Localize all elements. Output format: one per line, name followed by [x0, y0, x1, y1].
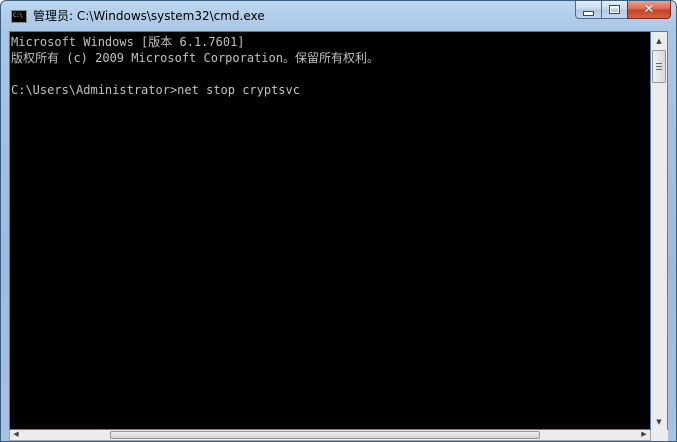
horizontal-scroll-thumb[interactable]	[110, 431, 540, 439]
scroll-down-arrow-icon[interactable]: ▼	[651, 413, 667, 430]
scroll-up-arrow-icon[interactable]: ▲	[651, 32, 667, 49]
cmd-console-icon[interactable]: C:\	[11, 10, 27, 23]
close-icon: ✕	[643, 2, 655, 17]
console-output[interactable]: Microsoft Windows [版本 6.1.7601] 版权所有 (c)…	[9, 31, 651, 430]
vertical-scrollbar[interactable]: ▲ ▼	[651, 31, 668, 430]
horizontal-scrollbar[interactable]: ◀ ▶	[9, 430, 651, 441]
scroll-right-arrow-icon[interactable]: ▶	[638, 429, 650, 440]
console-line-command: C:\Users\Administrator>net stop cryptsvc	[11, 83, 300, 97]
close-button[interactable]: ✕	[627, 1, 671, 19]
maximize-icon	[609, 5, 620, 14]
minimize-button[interactable]	[575, 1, 601, 19]
scroll-left-arrow-icon[interactable]: ◀	[10, 429, 22, 440]
cmd-icon-glyph: C:\	[13, 12, 23, 19]
console-line-version: Microsoft Windows [版本 6.1.7601]	[11, 35, 245, 49]
minimize-icon	[583, 10, 594, 16]
thumb-grip-line	[656, 66, 662, 67]
thumb-grip-line	[656, 63, 662, 64]
window-title: 管理员: C:\Windows\system32\cmd.exe	[33, 9, 265, 23]
thumb-grip-line	[656, 69, 662, 70]
window-controls: ✕	[575, 1, 671, 21]
console-line-copyright: 版权所有 (c) 2009 Microsoft Corporation。保留所有…	[11, 51, 379, 65]
cmd-window: C:\ 管理员: C:\Windows\system32\cmd.exe ✕ M…	[0, 0, 677, 442]
title-bar[interactable]: C:\ 管理员: C:\Windows\system32\cmd.exe ✕	[1, 1, 676, 31]
resize-grip[interactable]	[651, 430, 668, 441]
maximize-button[interactable]	[601, 1, 627, 19]
vertical-scroll-thumb[interactable]	[652, 50, 666, 83]
